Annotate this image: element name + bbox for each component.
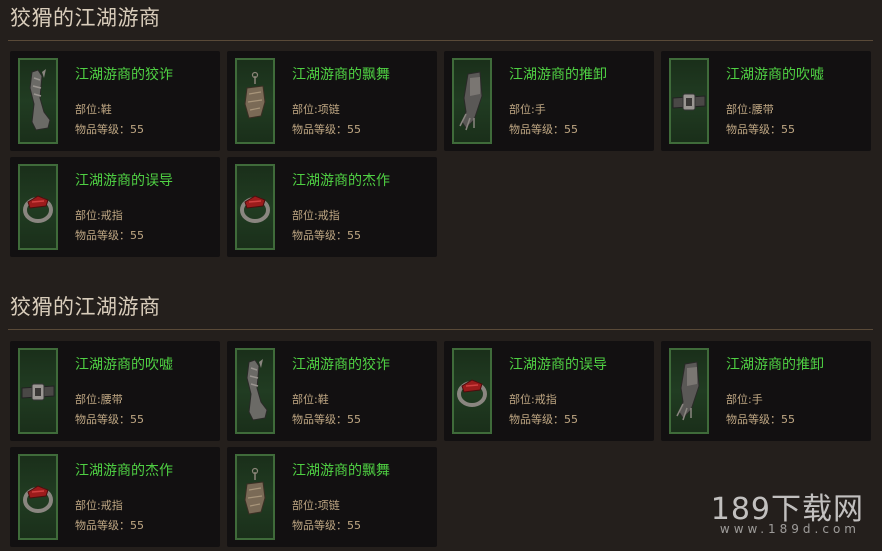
item-thumbnail [669,58,709,144]
item-name[interactable]: 江湖游商的飘舞 [292,64,390,84]
item-slot: 部位:项链 [292,103,340,116]
item-slot: 部位:项链 [292,499,340,512]
item-slot: 部位:戒指 [75,499,123,512]
item-slot: 部位:手 [509,103,546,116]
item-slot: 部位:戒指 [509,393,557,406]
item-thumbnail [18,454,58,540]
item-thumbnail [235,454,275,540]
boots-icon [29,69,51,131]
item-level: 物品等级：55 [292,229,361,242]
item-level: 物品等级：55 [726,123,795,136]
item-card[interactable]: 江湖游商的吹嘘 部位:腰带 物品等级：55 [661,51,871,151]
item-level: 物品等级：55 [509,413,578,426]
item-thumbnail [235,164,275,250]
item-thumbnail [18,164,58,250]
item-thumbnail [452,58,492,144]
item-thumbnail [18,348,58,434]
item-thumbnail [669,348,709,434]
item-name[interactable]: 江湖游商的误导 [75,170,173,190]
item-level: 物品等级：55 [509,123,578,136]
item-card[interactable]: 江湖游商的飘舞 部位:项链 物品等级：55 [227,447,437,547]
gloves-icon [676,361,700,421]
item-thumbnail [18,58,58,144]
item-card[interactable]: 江湖游商的杰作 部位:戒指 物品等级：55 [10,447,220,547]
site-watermark: 189下载网 www.189d.com [694,484,864,544]
item-card[interactable]: 江湖游商的推卸 部位:手 物品等级：55 [661,341,871,441]
item-level: 物品等级：55 [75,229,144,242]
item-level: 物品等级：55 [75,123,144,136]
boots-icon [246,359,268,421]
item-name[interactable]: 江湖游商的杰作 [292,170,390,190]
item-card[interactable]: 江湖游商的狡诈 部位:鞋 物品等级：55 [10,51,220,151]
amulet-icon [244,467,266,515]
item-name[interactable]: 江湖游商的误导 [509,354,607,374]
watermark-url: www.189d.com [719,522,860,536]
item-card[interactable]: 江湖游商的推卸 部位:手 物品等级：55 [444,51,654,151]
item-set-section-1: 狡猾的江湖游商 江湖游商的狡诈 部位:鞋 物品等级：55 江湖游商的飘舞 部位:… [0,2,882,262]
item-level: 物品等级：55 [292,123,361,136]
item-name[interactable]: 江湖游商的吹嘘 [75,354,173,374]
item-slot: 部位:鞋 [292,393,329,406]
item-level: 物品等级：55 [726,413,795,426]
item-thumbnail [452,348,492,434]
ring-icon [23,195,53,223]
item-level: 物品等级：55 [292,413,361,426]
item-level: 物品等级：55 [292,519,361,532]
ring-icon [240,195,270,223]
item-name[interactable]: 江湖游商的推卸 [726,354,824,374]
gloves-icon [459,71,483,131]
belt-icon [672,93,706,111]
section-divider [8,40,873,41]
item-thumbnail [235,58,275,144]
item-card[interactable]: 江湖游商的误导 部位:戒指 物品等级：55 [444,341,654,441]
item-name[interactable]: 江湖游商的吹嘘 [726,64,824,84]
item-level: 物品等级：55 [75,413,144,426]
item-card[interactable]: 江湖游商的误导 部位:戒指 物品等级：55 [10,157,220,257]
item-slot: 部位:手 [726,393,763,406]
section-title: 狡猾的江湖游商 [10,6,161,30]
item-thumbnail [235,348,275,434]
item-card[interactable]: 江湖游商的飘舞 部位:项链 物品等级：55 [227,51,437,151]
item-card[interactable]: 江湖游商的狡诈 部位:鞋 物品等级：55 [227,341,437,441]
ring-icon [23,485,53,513]
belt-icon [21,383,55,401]
item-card[interactable]: 江湖游商的吹嘘 部位:腰带 物品等级：55 [10,341,220,441]
section-title: 狡猾的江湖游商 [10,295,161,319]
amulet-icon [244,71,266,119]
item-slot: 部位:腰带 [75,393,123,406]
item-name[interactable]: 江湖游商的狡诈 [292,354,390,374]
item-slot: 部位:戒指 [292,209,340,222]
item-name[interactable]: 江湖游商的飘舞 [292,460,390,480]
item-name[interactable]: 江湖游商的狡诈 [75,64,173,84]
item-level: 物品等级：55 [75,519,144,532]
item-slot: 部位:腰带 [726,103,774,116]
item-slot: 部位:鞋 [75,103,112,116]
item-name[interactable]: 江湖游商的推卸 [509,64,607,84]
item-slot: 部位:戒指 [75,209,123,222]
ring-icon [457,379,487,407]
item-name[interactable]: 江湖游商的杰作 [75,460,173,480]
item-card[interactable]: 江湖游商的杰作 部位:戒指 物品等级：55 [227,157,437,257]
section-divider [8,329,873,330]
